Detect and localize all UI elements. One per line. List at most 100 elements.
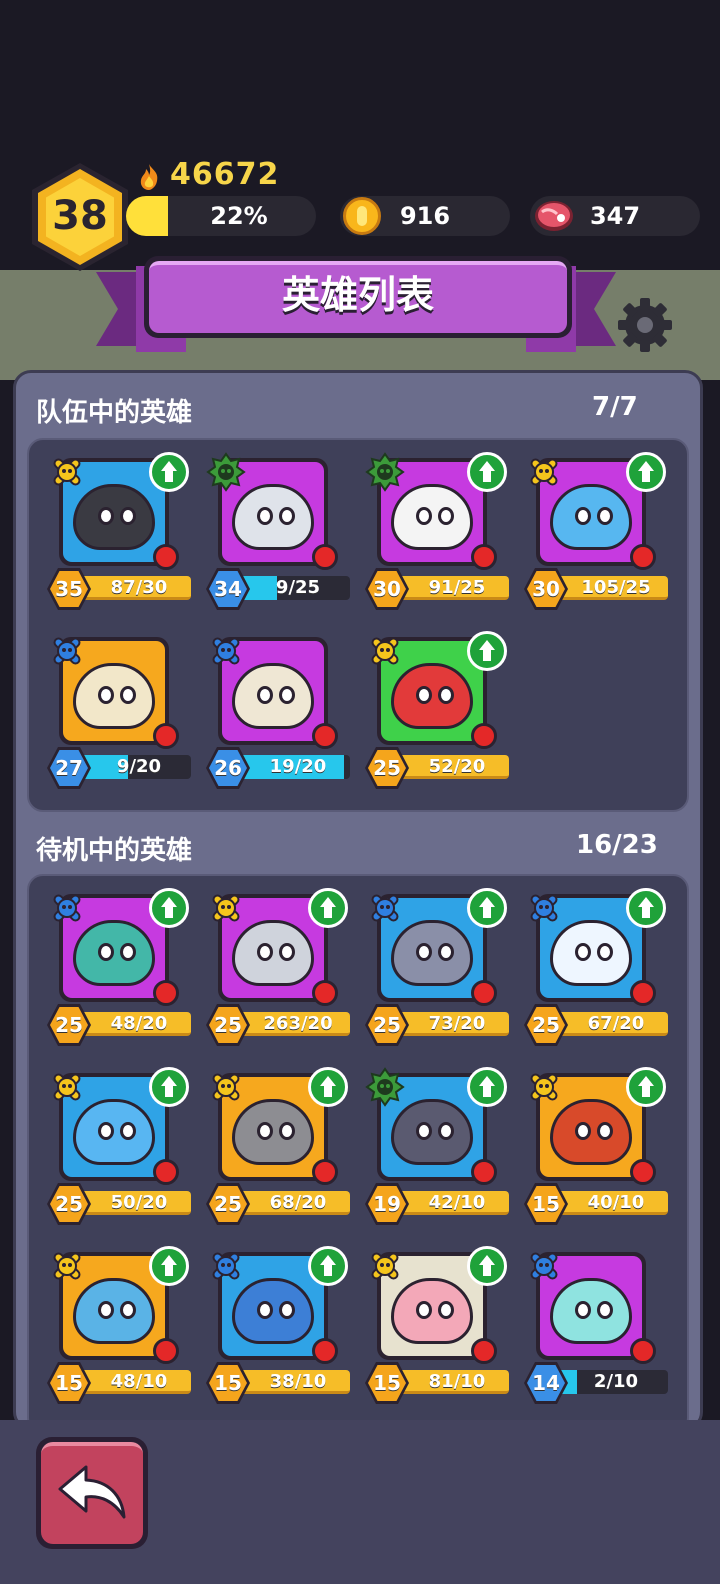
red-dot-icon	[153, 544, 179, 570]
upgrade-arrow-icon[interactable]	[308, 888, 348, 928]
gear-icon[interactable]	[616, 296, 674, 354]
upgrade-arrow-icon[interactable]	[626, 1067, 666, 1107]
hero-level-badge: 30	[365, 568, 409, 610]
hero-shard-progress-bar: 48/20	[77, 1012, 191, 1036]
hero-level: 25	[532, 1013, 560, 1037]
team-hero-card[interactable]: 52/20 25	[365, 631, 513, 791]
upgrade-arrow-icon[interactable]	[149, 888, 189, 928]
upgrade-arrow-icon[interactable]	[467, 1067, 507, 1107]
hero-shard-progress-text: 9/20	[116, 756, 162, 777]
hero-shard-progress-text: 19/20	[269, 756, 327, 777]
hero-level-badge: 26	[206, 747, 250, 789]
upgrade-arrow-icon[interactable]	[308, 1246, 348, 1286]
hero-level: 25	[373, 1013, 401, 1037]
red-dot-icon	[471, 1338, 497, 1364]
red-dot-icon	[630, 544, 656, 570]
team-section-title: 队伍中的英雄	[36, 398, 193, 428]
hero-rank-badge-icon	[206, 631, 246, 671]
hero-shard-progress-bar: 42/10	[395, 1191, 509, 1215]
coin-icon	[343, 197, 381, 235]
hero-level: 30	[373, 577, 401, 601]
hero-shard-progress-text: 68/20	[269, 1192, 327, 1213]
hero-shard-progress-text: 42/10	[428, 1192, 486, 1213]
upgrade-arrow-icon[interactable]	[626, 888, 666, 928]
hero-rank-badge-icon	[206, 1067, 246, 1107]
hero-shard-progress-bar: 9/20	[77, 755, 191, 779]
standby-section-title: 待机中的英雄	[36, 836, 193, 866]
standby-hero-card[interactable]: 42/10 19	[365, 1067, 513, 1227]
upgrade-arrow-icon[interactable]	[467, 452, 507, 492]
upgrade-arrow-icon[interactable]	[467, 888, 507, 928]
hero-rank-badge-icon	[47, 631, 87, 671]
standby-hero-card[interactable]: 48/10 15	[47, 1246, 195, 1406]
hero-shard-progress-text: 48/20	[110, 1013, 168, 1034]
red-dot-icon	[471, 1159, 497, 1185]
upgrade-arrow-icon[interactable]	[467, 1246, 507, 1286]
hero-shard-progress-text: 52/20	[428, 756, 486, 777]
red-dot-icon	[153, 980, 179, 1006]
hero-level: 25	[373, 756, 401, 780]
hero-shard-progress-text: 2/10	[593, 1371, 639, 1392]
hero-shard-progress-bar: 91/25	[395, 576, 509, 600]
hero-level: 30	[532, 577, 560, 601]
team-hero-card[interactable]: 105/25 30	[524, 452, 672, 612]
hero-rank-badge-icon	[524, 888, 564, 928]
standby-hero-card[interactable]: 2/10 14	[524, 1246, 672, 1406]
hero-shard-progress-bar: 52/20	[395, 755, 509, 779]
team-hero-card[interactable]: 87/30 35	[47, 452, 195, 612]
hero-shard-progress-text: 50/20	[110, 1192, 168, 1213]
hero-rank-badge-icon	[524, 1067, 564, 1107]
upgrade-arrow-icon[interactable]	[626, 452, 666, 492]
hero-level-badge: 25	[524, 1004, 568, 1046]
team-hero-card[interactable]: 9/25 34	[206, 452, 354, 612]
hero-level: 27	[55, 756, 83, 780]
standby-hero-card[interactable]: 81/10 15	[365, 1246, 513, 1406]
standby-hero-card[interactable]: 263/20 25	[206, 888, 354, 1048]
back-button[interactable]	[36, 1437, 148, 1549]
red-dot-icon	[630, 980, 656, 1006]
hero-shard-progress-bar: 9/25	[236, 576, 350, 600]
standby-hero-card[interactable]: 48/20 25	[47, 888, 195, 1048]
hero-rank-badge-icon	[47, 452, 87, 492]
hero-shard-progress-text: 81/10	[428, 1371, 486, 1392]
upgrade-arrow-icon[interactable]	[467, 631, 507, 671]
standby-hero-card[interactable]: 68/20 25	[206, 1067, 354, 1227]
red-dot-icon	[471, 723, 497, 749]
hero-level: 34	[214, 577, 242, 601]
hero-level: 15	[214, 1371, 242, 1395]
red-dot-icon	[312, 1159, 338, 1185]
hero-shard-progress-text: 67/20	[587, 1013, 645, 1034]
hero-rank-badge-icon	[47, 1246, 87, 1286]
upgrade-arrow-icon[interactable]	[149, 1067, 189, 1107]
hero-shard-progress-bar: 48/10	[77, 1370, 191, 1394]
hero-rank-badge-icon	[524, 1246, 564, 1286]
upgrade-arrow-icon[interactable]	[149, 452, 189, 492]
hero-level-badge: 25	[365, 1004, 409, 1046]
red-dot-icon	[471, 980, 497, 1006]
xp-percent-label: 22%	[210, 202, 268, 230]
standby-hero-card[interactable]: 40/10 15	[524, 1067, 672, 1227]
standby-hero-card[interactable]: 67/20 25	[524, 888, 672, 1048]
hero-level: 14	[532, 1371, 560, 1395]
red-dot-icon	[153, 1338, 179, 1364]
hero-level-badge: 15	[47, 1362, 91, 1404]
hero-level: 15	[532, 1192, 560, 1216]
standby-hero-card[interactable]: 73/20 25	[365, 888, 513, 1048]
red-dot-icon	[312, 723, 338, 749]
hero-rank-badge-icon	[206, 1246, 246, 1286]
standby-hero-card[interactable]: 50/20 25	[47, 1067, 195, 1227]
upgrade-arrow-icon[interactable]	[308, 1067, 348, 1107]
hero-rank-badge-icon	[524, 452, 564, 492]
hero-shard-progress-bar: 81/10	[395, 1370, 509, 1394]
hero-level-badge: 30	[524, 568, 568, 610]
upgrade-arrow-icon[interactable]	[149, 1246, 189, 1286]
team-hero-card[interactable]: 19/20 26	[206, 631, 354, 791]
team-hero-card[interactable]: 9/20 27	[47, 631, 195, 791]
hero-level-badge: 14	[524, 1362, 568, 1404]
hero-level: 25	[55, 1192, 83, 1216]
hero-shard-progress-bar: 67/20	[554, 1012, 668, 1036]
team-hero-card[interactable]: 91/25 30	[365, 452, 513, 612]
standby-hero-card[interactable]: 38/10 15	[206, 1246, 354, 1406]
hero-shard-progress-bar: 68/20	[236, 1191, 350, 1215]
hero-level-badge: 25	[206, 1004, 250, 1046]
